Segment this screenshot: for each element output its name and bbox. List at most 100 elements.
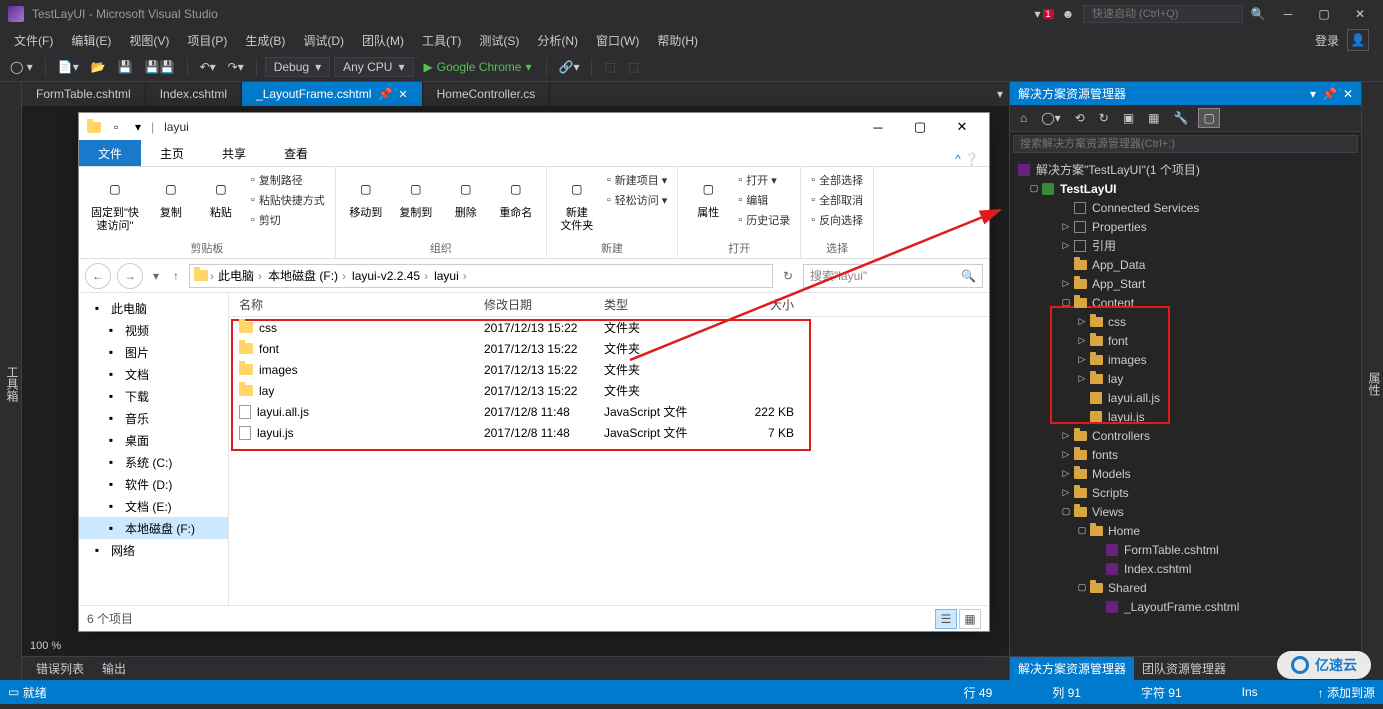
tree-node[interactable]: ▢Views (1010, 502, 1361, 521)
menu-item[interactable]: 分析(N) (529, 29, 586, 52)
ribbon-button[interactable]: ▢固定到"快速访问" (87, 171, 143, 235)
ew-ribbon-tab[interactable]: 查看 (265, 140, 327, 166)
save-button[interactable]: 💾 (114, 58, 137, 76)
tree-node[interactable]: ▷font (1010, 331, 1361, 350)
ew-close-button[interactable]: ✕ (941, 113, 983, 141)
ribbon-button[interactable]: ▢属性 (686, 171, 730, 222)
start-debug-button[interactable]: ▶ Google Chrome ▾ (418, 58, 538, 76)
col-header-type[interactable]: 类型 (604, 296, 724, 313)
nav-item[interactable]: ▪此电脑 (79, 297, 228, 319)
open-file-button[interactable]: 📂 (87, 58, 110, 76)
tree-node[interactable]: ▷css (1010, 312, 1361, 331)
col-header-date[interactable]: 修改日期 (484, 296, 604, 313)
nav-item[interactable]: ▪本地磁盘 (F:) (79, 517, 228, 539)
se-bottom-tab[interactable]: 团队资源管理器 (1134, 657, 1234, 680)
menu-item[interactable]: 测试(S) (471, 29, 527, 52)
se-sync-button[interactable]: ⟲ (1071, 109, 1089, 127)
menu-item[interactable]: 工具(T) (414, 29, 469, 52)
nav-item[interactable]: ▪图片 (79, 341, 228, 363)
search-icon[interactable]: 🔍 (1249, 5, 1267, 23)
tree-node[interactable]: ▷lay (1010, 369, 1361, 388)
ew-ribbon-tab[interactable]: 文件 (79, 140, 141, 166)
ribbon-small-button[interactable]: ▫剪切 (249, 211, 327, 229)
ribbon-small-button[interactable]: ▫复制路径 (249, 171, 327, 189)
tb-misc-1[interactable]: ⬚ (600, 58, 619, 76)
tree-node[interactable]: layui.all.js (1010, 388, 1361, 407)
tree-node[interactable]: ▷Properties (1010, 217, 1361, 236)
solution-node[interactable]: 解决方案"TestLayUI"(1 个项目) (1010, 160, 1361, 179)
toolbox-strip[interactable]: 工具箱 (0, 82, 22, 680)
ew-qat-btn[interactable]: ▫ (107, 118, 125, 136)
nav-item[interactable]: ▪网络 (79, 539, 228, 561)
se-search-input[interactable] (1013, 135, 1358, 153)
minimize-button[interactable]: ─ (1273, 3, 1303, 25)
tree-node[interactable]: ▷Scripts (1010, 483, 1361, 502)
file-row[interactable]: images2017/12/13 15:22文件夹 (229, 359, 989, 380)
config-combo[interactable]: Debug▾ (265, 57, 330, 77)
ribbon-small-button[interactable]: ▫新建项目 ▾ (605, 171, 669, 189)
details-view-button[interactable]: ☰ (935, 609, 957, 629)
menu-item[interactable]: 窗口(W) (588, 29, 647, 52)
nav-item[interactable]: ▪文档 (79, 363, 228, 385)
ribbon-button[interactable]: ▢复制 (149, 171, 193, 222)
tree-node[interactable]: ▢Content (1010, 293, 1361, 312)
menu-item[interactable]: 帮助(H) (649, 29, 706, 52)
tree-node[interactable]: ▷引用 (1010, 236, 1361, 255)
browser-link-button[interactable]: 🔗▾ (555, 58, 584, 76)
ew-ribbon-tab[interactable]: 共享 (203, 140, 265, 166)
nav-item[interactable]: ▪视频 (79, 319, 228, 341)
project-node[interactable]: ▢ TestLayUI (1010, 179, 1361, 198)
ribbon-small-button[interactable]: ▫反向选择 (809, 211, 865, 229)
ribbon-small-button[interactable]: ▫编辑 (736, 191, 792, 209)
file-row[interactable]: layui.js2017/12/8 11:48JavaScript 文件7 KB (229, 422, 989, 443)
document-tab[interactable]: _LayoutFrame.cshtml📌✕ (242, 82, 423, 106)
col-header-name[interactable]: 名称 (229, 296, 484, 313)
tree-node[interactable]: Index.cshtml (1010, 559, 1361, 578)
tree-node[interactable]: Connected Services (1010, 198, 1361, 217)
feedback-icon[interactable]: ☻ (1059, 5, 1077, 23)
se-preview-button[interactable]: ▢ (1198, 108, 1219, 128)
ew-up-button[interactable]: ↑ (169, 269, 183, 283)
breadcrumb[interactable]: › 此电脑›本地磁盘 (F:)›layui-v2.2.45›layui› (189, 264, 773, 288)
breadcrumb-seg[interactable]: layui-v2.2.45› (350, 269, 430, 283)
menu-item[interactable]: 视图(V) (121, 29, 177, 52)
ribbon-small-button[interactable]: ▫全部选择 (809, 171, 865, 189)
tree-node[interactable]: ▷images (1010, 350, 1361, 369)
tab-overflow-button[interactable]: ▾ (997, 87, 1003, 101)
tb-misc-2[interactable]: ⬚ (624, 58, 643, 76)
menu-item[interactable]: 编辑(E) (63, 29, 119, 52)
col-header-size[interactable]: 大小 (724, 296, 804, 313)
nav-item[interactable]: ▪音乐 (79, 407, 228, 429)
ribbon-button[interactable]: ▢复制到 (394, 171, 438, 222)
document-tab[interactable]: Index.cshtml (146, 82, 242, 106)
tree-node[interactable]: layui.js (1010, 407, 1361, 426)
tree-node[interactable]: ▷App_Start (1010, 274, 1361, 293)
tree-node[interactable]: ▢Home (1010, 521, 1361, 540)
menu-item[interactable]: 调试(D) (295, 29, 352, 52)
file-row[interactable]: css2017/12/13 15:22文件夹 (229, 317, 989, 338)
ribbon-small-button[interactable]: ▫轻松访问 ▾ (605, 191, 669, 209)
ew-forward-button[interactable]: → (117, 263, 143, 289)
ew-ribbon-tab[interactable]: 主页 (141, 140, 203, 166)
ew-maximize-button[interactable]: ▢ (899, 113, 941, 141)
notification-flag-icon[interactable]: ▾1 (1035, 5, 1053, 23)
nav-item[interactable]: ▪系统 (C:) (79, 451, 228, 473)
document-tab[interactable]: HomeController.cs (423, 82, 551, 106)
ew-ribbon-toggle[interactable]: ^ ❔ (945, 152, 989, 166)
ribbon-small-button[interactable]: ▫全部取消 (809, 191, 865, 209)
close-button[interactable]: ✕ (1345, 3, 1375, 25)
tree-node[interactable]: ▷fonts (1010, 445, 1361, 464)
redo-button[interactable]: ↷▾ (224, 58, 248, 76)
document-tab[interactable]: FormTable.cshtml (22, 82, 146, 106)
menu-item[interactable]: 团队(M) (354, 29, 412, 52)
save-all-button[interactable]: 💾💾 (141, 58, 179, 76)
panel-close-button[interactable]: ✕ (1343, 87, 1353, 101)
bottom-tab[interactable]: 错误列表 (28, 657, 92, 680)
ribbon-button[interactable]: ▢重命名 (494, 171, 538, 222)
ribbon-button[interactable]: ▢删除 (444, 171, 488, 222)
new-file-button[interactable]: 📄▾ (54, 58, 83, 76)
nav-item[interactable]: ▪桌面 (79, 429, 228, 451)
nav-item[interactable]: ▪软件 (D:) (79, 473, 228, 495)
breadcrumb-seg[interactable]: 本地磁盘 (F:)› (266, 267, 348, 284)
ribbon-button[interactable]: ▢新建文件夹 (555, 171, 599, 235)
